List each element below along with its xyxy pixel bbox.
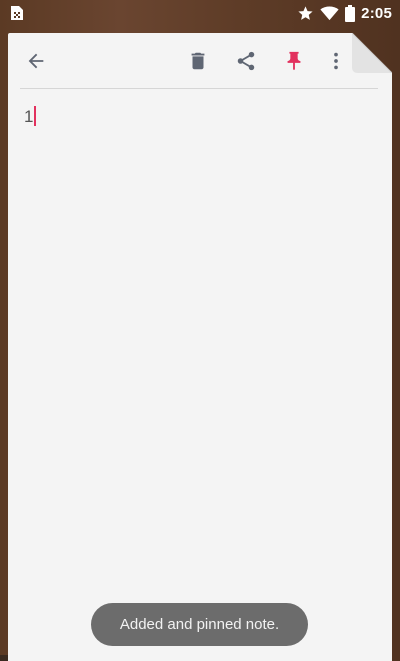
page-fold-corner — [352, 33, 392, 73]
pin-icon — [283, 50, 305, 72]
back-button[interactable] — [20, 45, 52, 77]
pin-button[interactable] — [278, 45, 310, 77]
note-card: 1 — [8, 33, 392, 661]
note-body-editor[interactable]: 1 — [24, 105, 376, 575]
notification-app-icon — [9, 5, 25, 21]
more-vert-icon — [325, 50, 347, 72]
toolbar-divider — [20, 88, 378, 89]
status-icons: 2:05 — [297, 3, 392, 23]
toast-message: Added and pinned note. — [91, 603, 308, 646]
more-options-button[interactable] — [320, 45, 352, 77]
clock: 2:05 — [361, 4, 392, 22]
status-bar: 2:05 — [0, 0, 400, 26]
text-caret — [34, 106, 37, 126]
arrow-back-icon — [25, 50, 47, 72]
wifi-icon — [320, 5, 339, 21]
bottom-edge — [0, 655, 8, 661]
battery-icon — [345, 4, 356, 22]
share-icon — [235, 50, 257, 72]
share-button[interactable] — [230, 45, 262, 77]
star-icon — [297, 5, 314, 22]
delete-button[interactable] — [182, 45, 214, 77]
trash-icon — [187, 50, 209, 72]
note-toolbar — [8, 33, 392, 89]
note-body-text: 1 — [24, 107, 34, 126]
